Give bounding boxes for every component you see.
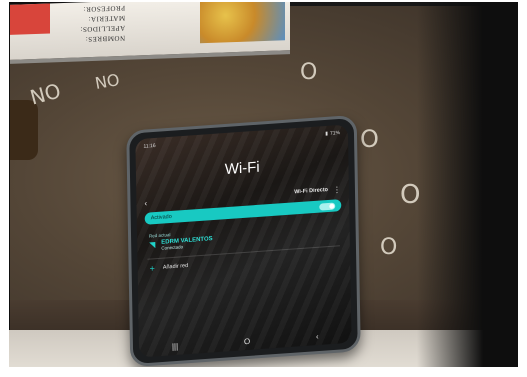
notebook-red-corner [10, 3, 50, 35]
signal-icon: ▮ [325, 130, 329, 138]
nav-back-button[interactable]: ‹ [316, 331, 319, 340]
wifi-toggle-label: Activado [150, 213, 172, 222]
recents-button[interactable]: ||| [172, 341, 178, 350]
chalk-mark: O [300, 60, 318, 85]
chalk-mark: O [400, 180, 421, 210]
notebook-cartoon [200, 0, 285, 44]
status-time: 11:16 [143, 142, 156, 150]
status-icons: ▮ 71% [325, 130, 340, 137]
network-text: EDRM VALENTOS Conectado [161, 236, 213, 251]
wifi-icon: ◥ [149, 240, 156, 250]
notebook: NOMBRES: APELLIDOS: MATERIA: PROFESOR: [10, 0, 290, 64]
wifi-toggle-switch[interactable] [319, 202, 336, 211]
chalk-mark: O [360, 125, 379, 153]
smartphone: 11:16 ▮ 71% Wi-Fi ‹ Wi-Fi Directo ⋮ Acti… [126, 114, 361, 368]
notebook-label-1: NOMBRES: [85, 33, 126, 44]
switch-knob [329, 203, 335, 209]
plus-icon: + [149, 263, 155, 274]
wifi-direct-button[interactable]: Wi-Fi Directo [294, 187, 328, 195]
battery-level: 71% [329, 130, 341, 137]
more-options-icon[interactable]: ⋮ [333, 185, 341, 195]
notebook-label-4: PROFESOR: [83, 3, 126, 14]
notebook-labels: NOMBRES: APELLIDOS: MATERIA: PROFESOR: [80, 3, 125, 45]
chalk-mark: O [380, 235, 398, 260]
notebook-label-3: MATERIA: [88, 13, 126, 24]
phone-screen: 11:16 ▮ 71% Wi-Fi ‹ Wi-Fi Directo ⋮ Acti… [135, 124, 352, 358]
notebook-label-2: APELLIDOS: [80, 23, 126, 34]
back-icon[interactable]: ‹ [144, 197, 156, 207]
dark-background [417, 0, 527, 377]
add-network-label: Añadir red [162, 262, 189, 271]
home-button[interactable]: O [244, 336, 250, 345]
photo-scene: NOMBRES: APELLIDOS: MATERIA: PROFESOR: N… [0, 0, 527, 377]
